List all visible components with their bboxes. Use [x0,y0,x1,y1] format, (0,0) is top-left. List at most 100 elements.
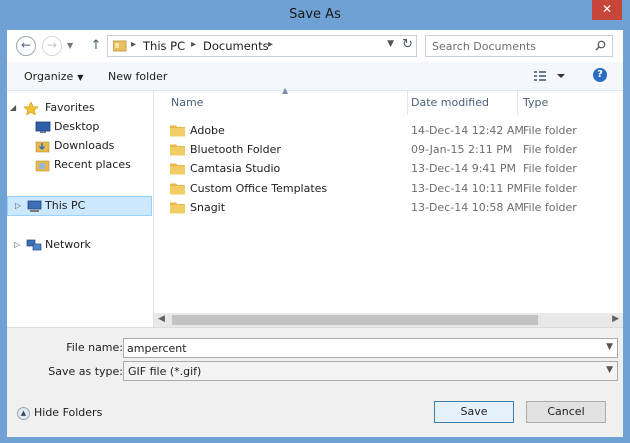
file-name: Adobe [190,124,225,137]
up-button[interactable]: ↑ [88,36,104,56]
tree-item-desktop[interactable]: Desktop [10,118,150,136]
file-name-label: File name: [66,341,123,354]
save-as-type-label: Save as type: [48,365,123,378]
title-bar[interactable]: Save As ✕ [0,0,630,30]
search-box[interactable] [425,35,613,57]
recent-locations-dropdown[interactable]: ▼ [67,41,73,50]
save-as-type-select[interactable]: GIF file (*.gif) ▼ [123,361,618,381]
dialog-client: ← → ▼ ↑ ▸ This PC ▸ Documents ▸ ▼ ↻ Sear… [7,30,623,437]
save-form: File name: ▼ Save as type: GIF file (*.g… [7,327,623,437]
close-button[interactable]: ✕ [592,0,622,20]
cancel-button[interactable]: Cancel [526,401,606,423]
file-name-combobox[interactable]: ▼ [123,338,618,358]
desktop-label: Desktop [54,120,100,133]
hide-folders-label: Hide Folders [34,406,103,419]
file-date: 14-Dec-14 12:42 AM [411,124,524,137]
navigation-pane: ◢ Favorites Desktop Downloads Recent pla… [7,91,154,327]
help-icon[interactable]: ? [593,68,607,82]
save-as-dialog: Save As ✕ ← → ▼ ↑ ▸ This PC ▸ Documents … [0,0,630,443]
save-as-type-value: GIF file (*.gif) [128,365,202,378]
refresh-icon[interactable]: ↻ [402,37,413,52]
file-type: File folder [523,162,577,175]
breadcrumb-separator-icon[interactable]: ▸ [268,39,273,50]
organize-menu[interactable]: Organize ▼ [24,70,83,83]
file-list: ▲ Name Date modified Type Adobe 14-Dec-1… [154,86,623,327]
sort-ascending-icon: ▲ [282,86,289,95]
column-divider[interactable] [407,91,408,115]
tree-item-this-pc[interactable]: ▷ This PC [7,196,152,216]
hide-folders-toggle[interactable]: ▲ Hide Folders [17,405,102,421]
file-type: File folder [523,182,577,195]
folder-icon [170,144,185,156]
command-bar: Organize ▼ New folder ? [7,62,623,91]
chevron-down-icon: ▼ [67,41,74,50]
search-input[interactable] [432,38,582,54]
file-name: Snagit [190,201,226,214]
tree-item-network[interactable]: ▷ Network [10,236,150,254]
file-row-custom-office-templates[interactable]: Custom Office Templates 13-Dec-14 10:11 … [154,179,623,198]
file-row-snagit[interactable]: Snagit 13-Dec-14 10:58 AM File folder [154,198,623,217]
collapse-arrow-icon[interactable]: ◢ [10,99,20,117]
file-type: File folder [523,201,577,214]
folder-pc-icon [113,40,127,52]
tree-item-favorites[interactable]: ◢ Favorites [10,99,150,117]
forward-button[interactable]: → [42,36,62,56]
column-header-type[interactable]: Type [523,91,548,115]
downloads-folder-icon [35,141,50,153]
network-label: Network [45,238,91,251]
folder-icon [170,125,185,137]
change-view-icon[interactable] [533,69,569,83]
new-folder-button[interactable]: New folder [108,70,167,83]
column-header-date[interactable]: Date modified [411,91,489,115]
computer-icon [27,200,42,212]
file-date: 13-Dec-14 9:41 PM [411,162,517,175]
expand-arrow-icon[interactable]: ▷ [15,197,25,215]
file-name-input[interactable] [127,341,587,355]
address-bar[interactable]: ▸ This PC ▸ Documents ▸ ▼ ↻ [107,35,417,57]
chevron-down-icon[interactable]: ▼ [606,365,613,375]
arrow-right-icon: → [46,38,58,52]
breadcrumb-separator-icon[interactable]: ▸ [131,39,136,50]
column-divider[interactable] [517,91,518,115]
network-icon [26,239,42,251]
this-pc-label: This PC [45,199,86,212]
recent-places-label: Recent places [54,158,131,171]
horizontal-scrollbar[interactable]: ◀ ▶ [154,313,623,327]
file-row-camtasia-studio[interactable]: Camtasia Studio 13-Dec-14 9:41 PM File f… [154,159,623,178]
folder-icon [170,183,185,195]
downloads-label: Downloads [54,139,115,152]
search-icon[interactable] [595,40,606,51]
navigation-bar: ← → ▼ ↑ ▸ This PC ▸ Documents ▸ ▼ ↻ [7,30,623,62]
folder-icon [170,202,185,214]
folder-icon [170,163,185,175]
file-date: 09-Jan-15 2:11 PM [411,143,513,156]
breadcrumb-this-pc[interactable]: This PC [143,39,185,53]
scrollbar-thumb[interactable] [172,315,538,325]
breadcrumb-separator-icon[interactable]: ▸ [191,39,196,50]
arrow-up-icon: ↑ [90,38,102,53]
file-type: File folder [523,124,577,137]
organize-label: Organize [24,70,74,83]
favorites-label: Favorites [45,101,95,114]
breadcrumb-documents[interactable]: Documents [203,39,269,53]
file-name: Bluetooth Folder [190,143,281,156]
file-date: 13-Dec-14 10:11 PM [411,182,524,195]
file-row-bluetooth-folder[interactable]: Bluetooth Folder 09-Jan-15 2:11 PM File … [154,140,623,159]
arrow-left-icon: ← [20,38,32,52]
file-row-adobe[interactable]: Adobe 14-Dec-14 12:42 AM File folder [154,121,623,140]
star-icon [23,102,39,115]
tree-item-downloads[interactable]: Downloads [10,137,150,155]
scroll-left-icon[interactable]: ◀ [158,314,165,324]
chevron-down-icon: ▼ [77,73,84,82]
chevron-down-icon[interactable]: ▼ [606,342,613,352]
tree-item-recent-places[interactable]: Recent places [10,156,150,174]
save-button[interactable]: Save [434,401,514,423]
file-date: 13-Dec-14 10:58 AM [411,201,524,214]
scroll-right-icon[interactable]: ▶ [612,314,619,324]
file-name: Custom Office Templates [190,182,328,195]
expand-arrow-icon[interactable]: ▷ [14,236,24,254]
address-dropdown-icon[interactable]: ▼ [387,39,394,49]
back-button[interactable]: ← [16,36,36,56]
window-title: Save As [289,7,341,22]
column-header-name[interactable]: Name [171,91,203,115]
